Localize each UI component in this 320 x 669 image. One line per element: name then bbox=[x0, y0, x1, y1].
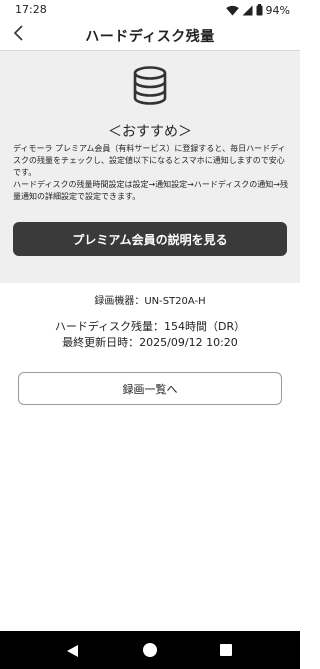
battery-percent: 94% bbox=[265, 3, 290, 17]
nav-home-icon[interactable] bbox=[143, 643, 157, 657]
disk-info: ハードディスク残量：154時間（DR） 最終更新日時：2025/09/12 10… bbox=[0, 319, 300, 351]
signal-icon bbox=[242, 1, 253, 20]
recommend-panel: ＜おすすめ＞ ディモーラ プレミアム会員（有料サービス）に登録すると、毎日ハード… bbox=[0, 51, 300, 283]
system-nav-bar bbox=[0, 631, 300, 669]
status-bar: 17:28 94% bbox=[0, 0, 300, 20]
recording-device: 録画機器：UN-ST20A-H bbox=[94, 296, 206, 307]
battery-icon bbox=[256, 1, 263, 20]
recommend-title: ＜おすすめ＞ bbox=[108, 124, 192, 140]
recommend-paragraph-premium: ディモーラ プレミアム会員（有料サービス）に登録すると、毎日ハードディスクの残量… bbox=[13, 144, 286, 177]
recordings-list-button[interactable]: 録画一覧へ bbox=[18, 372, 282, 405]
nav-recents-icon[interactable] bbox=[220, 644, 232, 656]
nav-back-icon[interactable] bbox=[66, 643, 80, 657]
back-button[interactable] bbox=[6, 23, 30, 47]
premium-info-button[interactable]: プレミアム会員の説明を見る bbox=[13, 222, 287, 256]
status-time: 17:28 bbox=[15, 3, 47, 16]
wifi-icon bbox=[225, 1, 239, 20]
page-title: ハードディスク残量 bbox=[85, 29, 215, 45]
app-header: ハードディスク残量 bbox=[0, 20, 300, 51]
last-updated: 最終更新日時：2025/09/12 10:20 bbox=[62, 336, 238, 349]
status-icons: 94% bbox=[225, 1, 290, 20]
disk-remaining: ハードディスク残量：154時間（DR） bbox=[54, 320, 246, 333]
chevron-left-icon bbox=[12, 24, 24, 46]
recommend-paragraph-settings: ハードディスクの残量時間設定は設定→通知設定→ハードディスクの通知→残量通知の詳… bbox=[13, 180, 288, 201]
recommend-description: ディモーラ プレミアム会員（有料サービス）に登録すると、毎日ハードディスクの残量… bbox=[13, 143, 291, 203]
database-icon bbox=[131, 65, 169, 107]
